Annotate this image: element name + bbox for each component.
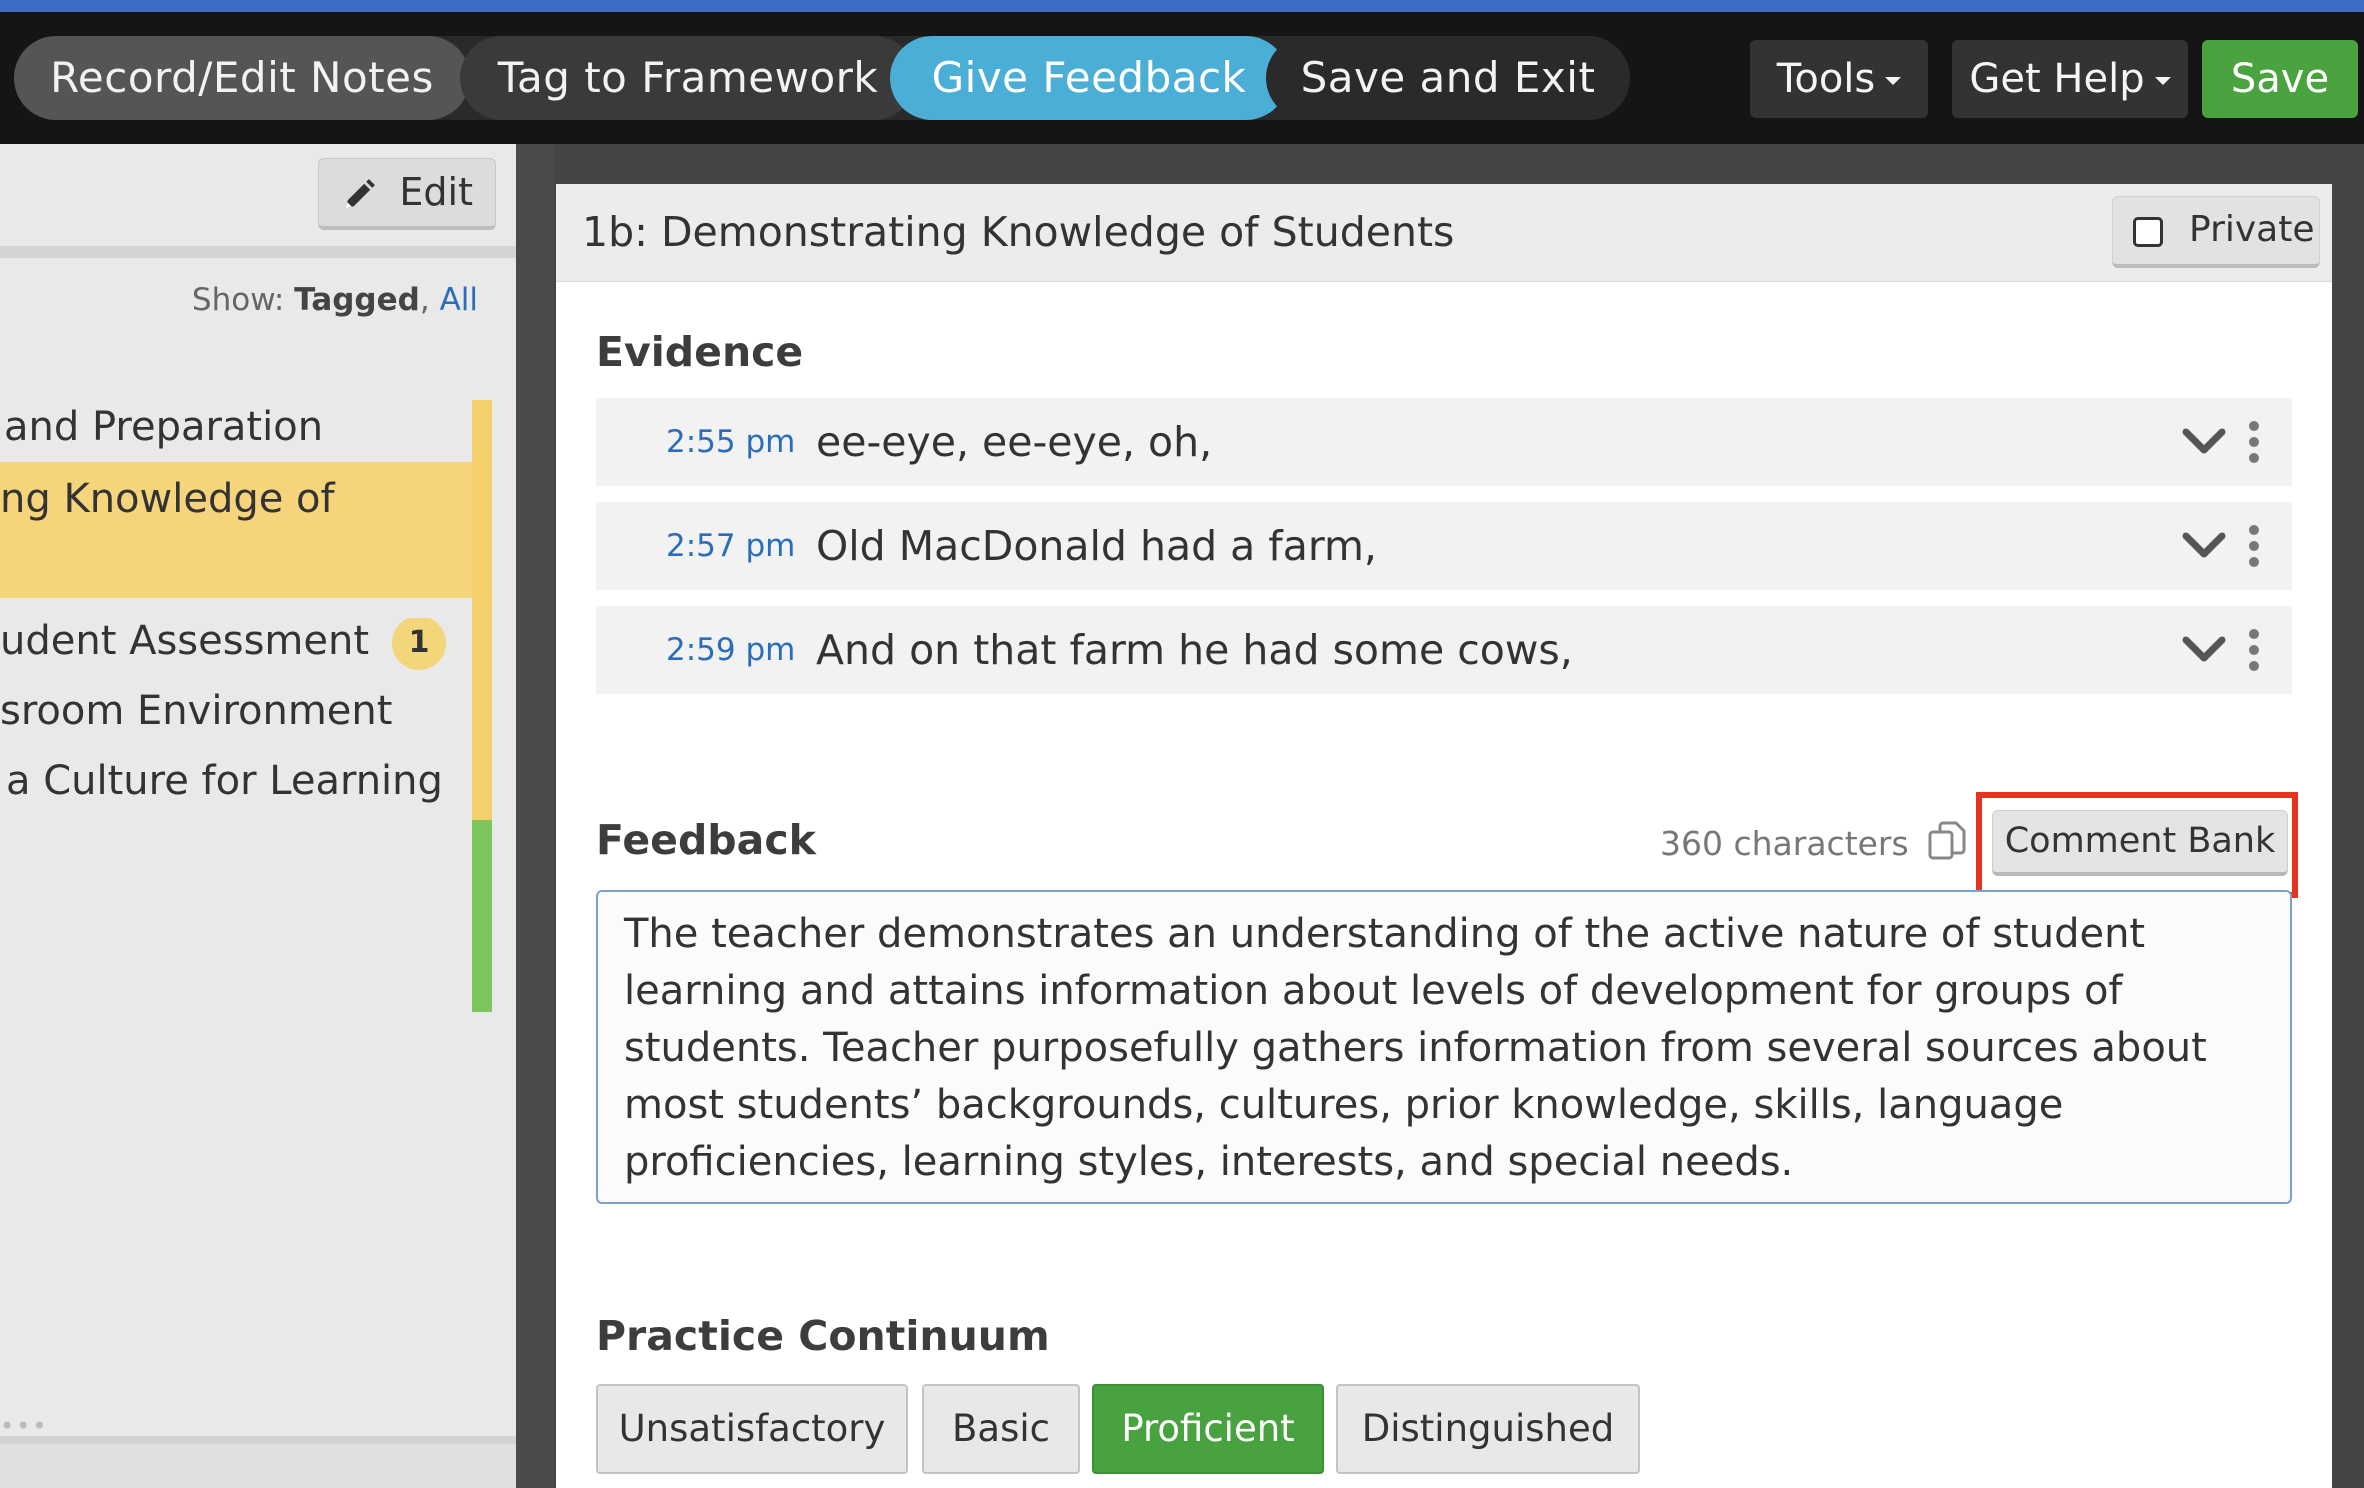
evidence-row: 2:55 pm ee-eye, ee-eye, oh, bbox=[596, 398, 2292, 486]
chevron-down-icon[interactable] bbox=[2182, 424, 2226, 460]
edit-label: Edit bbox=[399, 170, 473, 214]
more-options-icon[interactable] bbox=[2248, 524, 2260, 568]
component-title: 1b: Demonstrating Knowledge of Students bbox=[582, 208, 1455, 256]
count-badge: 1 bbox=[392, 618, 446, 670]
framework-list: and Preparation ng Knowledge of udent As… bbox=[0, 380, 492, 1012]
sidebar-item-culture-for-learning[interactable]: a Culture for Learning bbox=[0, 758, 472, 816]
step-tag-to-framework[interactable]: Tag to Framework bbox=[460, 36, 916, 120]
rating-basic-button[interactable]: Basic bbox=[922, 1384, 1080, 1474]
evidence-row: 2:57 pm Old MacDonald had a farm, bbox=[596, 502, 2292, 590]
sidebar-item-student-assessment[interactable]: udent Assessment 1 bbox=[0, 618, 472, 676]
evidence-heading: Evidence bbox=[596, 328, 804, 376]
private-toggle-button[interactable]: Private bbox=[2112, 196, 2320, 268]
feedback-heading: Feedback bbox=[596, 816, 816, 864]
top-accent-line bbox=[0, 0, 2364, 12]
sidebar-header: Edit bbox=[0, 144, 516, 248]
card-header: 1b: Demonstrating Knowledge of Students … bbox=[556, 184, 2332, 282]
step-record-edit-notes[interactable]: Record/Edit Notes bbox=[14, 36, 470, 120]
top-toolbar: Record/Edit Notes Tag to Framework Give … bbox=[0, 0, 2364, 144]
show-all-link[interactable]: All bbox=[440, 282, 478, 318]
chevron-down-icon[interactable] bbox=[2182, 528, 2226, 564]
get-help-label: Get Help bbox=[1969, 56, 2145, 102]
sidebar-item-label: sroom Environment bbox=[0, 688, 393, 734]
checkbox-icon bbox=[2133, 217, 2163, 247]
domain-stripe-yellow bbox=[472, 400, 492, 820]
pencil-icon bbox=[345, 179, 375, 209]
step-save-and-exit[interactable]: Save and Exit bbox=[1266, 36, 1630, 120]
sidebar-item-label: udent Assessment bbox=[0, 618, 370, 664]
sidebar-item-label: and Preparation bbox=[4, 404, 324, 450]
save-button[interactable]: Save bbox=[2202, 40, 2358, 118]
evidence-time: 2:57 pm bbox=[666, 528, 796, 564]
sidebar-item-demonstrating-knowledge[interactable]: ng Knowledge of bbox=[0, 462, 472, 598]
sidebar-item-classroom-environment[interactable]: sroom Environment bbox=[0, 688, 472, 746]
rating-proficient-button[interactable]: Proficient bbox=[1092, 1384, 1324, 1474]
sidebar-resize-divider[interactable] bbox=[516, 144, 554, 1488]
evidence-text: And on that farm he had some cows, bbox=[816, 626, 1573, 674]
evidence-time: 2:55 pm bbox=[666, 424, 796, 460]
tools-dropdown-button[interactable]: Tools bbox=[1750, 40, 1928, 118]
more-options-icon[interactable] bbox=[2248, 628, 2260, 672]
feedback-textarea[interactable]: The teacher demonstrates an understandin… bbox=[596, 890, 2292, 1204]
sidebar-item-label: ng Knowledge of bbox=[0, 476, 335, 522]
show-tagged-option[interactable]: Tagged bbox=[294, 282, 420, 318]
caret-down-icon bbox=[1885, 77, 1902, 85]
chevron-down-icon[interactable] bbox=[2182, 632, 2226, 668]
evidence-text: Old MacDonald had a farm, bbox=[816, 522, 1377, 570]
sidebar-bottom-section bbox=[0, 1436, 516, 1488]
step-give-feedback[interactable]: Give Feedback bbox=[890, 36, 1288, 120]
character-count: 360 characters bbox=[1660, 824, 1909, 863]
evidence-row: 2:59 pm And on that farm he had some cow… bbox=[596, 606, 2292, 694]
evidence-text: ee-eye, ee-eye, oh, bbox=[816, 418, 1213, 466]
sidebar-item-planning-preparation[interactable]: and Preparation bbox=[0, 404, 472, 462]
sidebar-item-label: a Culture for Learning bbox=[6, 758, 443, 804]
caret-down-icon bbox=[2154, 77, 2171, 85]
practice-continuum-heading: Practice Continuum bbox=[596, 1312, 1050, 1360]
more-options-icon[interactable] bbox=[2248, 420, 2260, 464]
get-help-dropdown-button[interactable]: Get Help bbox=[1952, 40, 2188, 118]
evidence-time: 2:59 pm bbox=[666, 632, 796, 668]
rating-unsatisfactory-button[interactable]: Unsatisfactory bbox=[596, 1384, 908, 1474]
rating-distinguished-button[interactable]: Distinguished bbox=[1336, 1384, 1640, 1474]
private-label: Private bbox=[2189, 209, 2315, 250]
sidebar-divider-line bbox=[0, 246, 516, 258]
show-separator: , bbox=[419, 282, 430, 318]
copy-icon[interactable] bbox=[1926, 820, 1968, 862]
framework-sidebar: Edit Show: Tagged, All and Preparation n… bbox=[0, 144, 516, 1488]
show-filter: Show: Tagged, All bbox=[192, 282, 478, 318]
domain-stripe-green bbox=[472, 820, 492, 1012]
tools-label: Tools bbox=[1776, 56, 1876, 102]
edit-button[interactable]: Edit bbox=[318, 158, 496, 230]
show-label: Show: bbox=[191, 282, 285, 318]
highlight-annotation-box bbox=[1976, 792, 2298, 898]
feedback-card: 1b: Demonstrating Knowledge of Students … bbox=[556, 184, 2332, 1488]
